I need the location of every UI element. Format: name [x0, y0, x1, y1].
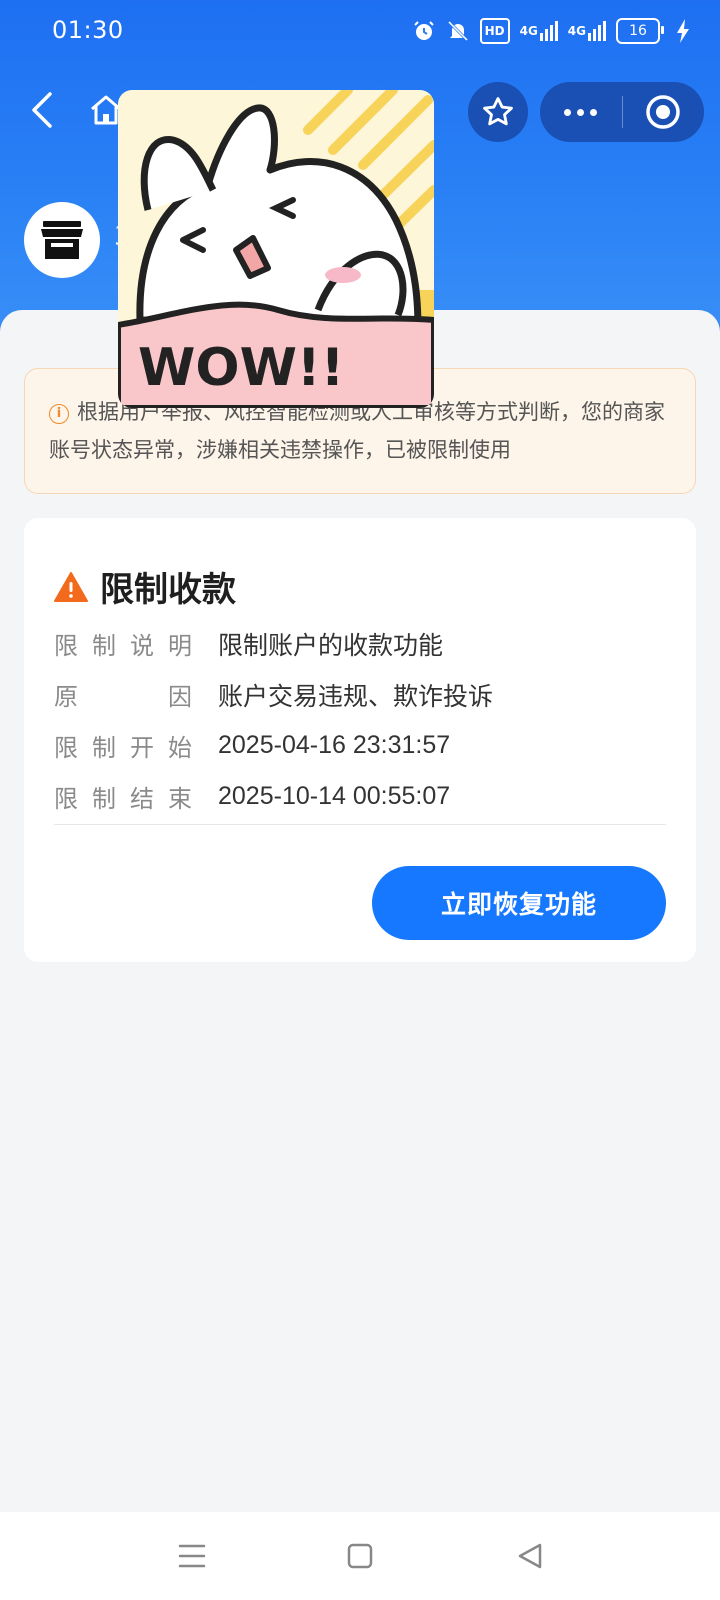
restriction-title: 限制收款	[100, 570, 236, 610]
battery-icon: 16	[616, 18, 664, 44]
miniapp-capsule	[540, 82, 704, 142]
hd-icon: HD	[479, 18, 510, 44]
recent-apps-button[interactable]	[172, 1536, 212, 1576]
detail-value: 2025-04-16 23:31:57	[218, 731, 451, 759]
card-divider	[54, 824, 666, 825]
detail-value: 账户交易违规、欺诈投诉	[218, 682, 494, 711]
detail-value: 2025-10-14 00:55:07	[218, 782, 451, 810]
restriction-details: 限制说明 限制账户的收款功能 原因 账户交易违规、欺诈投诉 限制开始 2025-…	[54, 618, 666, 822]
back-arrow-icon	[32, 92, 52, 128]
signal-icon: 4G	[568, 18, 606, 44]
detail-label: 限制开始	[54, 734, 192, 762]
restore-function-button[interactable]: 立即恢复功能	[372, 866, 666, 940]
info-icon: i	[49, 404, 69, 424]
detail-label: 原因	[54, 683, 192, 711]
mute-bell-icon	[446, 18, 470, 44]
back-system-button[interactable]	[510, 1536, 550, 1576]
target-icon	[646, 95, 680, 129]
back-triangle-icon	[518, 1543, 542, 1569]
back-button[interactable]	[20, 88, 64, 132]
detail-row: 原因 账户交易违规、欺诈投诉	[54, 669, 666, 720]
signal-icon: 4G	[520, 18, 558, 44]
detail-value: 限制账户的收款功能	[218, 631, 444, 660]
more-dots-icon	[564, 108, 598, 116]
warning-icon	[54, 571, 88, 602]
more-button[interactable]	[540, 82, 622, 142]
status-time: 01:30	[52, 16, 124, 44]
alarm-icon	[412, 18, 436, 44]
restriction-card: 限制收款 限制说明 限制账户的收款功能 原因 账户交易违规、欺诈投诉 限制开始 …	[24, 518, 696, 962]
system-navigation-bar	[0, 1512, 720, 1600]
sticker-text: WOW!!	[138, 338, 344, 398]
star-icon	[483, 97, 513, 126]
detail-row: 限制结束 2025-10-14 00:55:07	[54, 771, 666, 822]
home-square-icon	[347, 1543, 373, 1569]
favorite-button[interactable]	[468, 82, 528, 142]
network-type-label: 4G	[567, 24, 586, 38]
detail-row: 限制开始 2025-04-16 23:31:57	[54, 720, 666, 771]
detail-label: 限制说明	[54, 632, 192, 660]
charging-icon	[676, 18, 690, 44]
detail-row: 限制说明 限制账户的收款功能	[54, 618, 666, 669]
wow-sticker: WOW!!	[118, 90, 434, 408]
card-title: 限制收款	[54, 562, 236, 611]
detail-label: 限制结束	[54, 785, 192, 813]
store-icon	[41, 221, 83, 259]
merchant-avatar[interactable]	[24, 202, 100, 278]
home-system-button[interactable]	[340, 1536, 380, 1576]
notice-text: 根据用户举报、风控智能检测或人工审核等方式判断，您的商家账号状态异常，涉嫌相关违…	[49, 400, 665, 462]
close-miniapp-button[interactable]	[623, 82, 705, 142]
network-type-label: 4G	[519, 24, 538, 38]
status-bar: 01:30 HD 4G 4G 16	[0, 0, 720, 64]
menu-icon	[178, 1544, 206, 1568]
status-icons: HD 4G 4G 16	[412, 18, 690, 44]
